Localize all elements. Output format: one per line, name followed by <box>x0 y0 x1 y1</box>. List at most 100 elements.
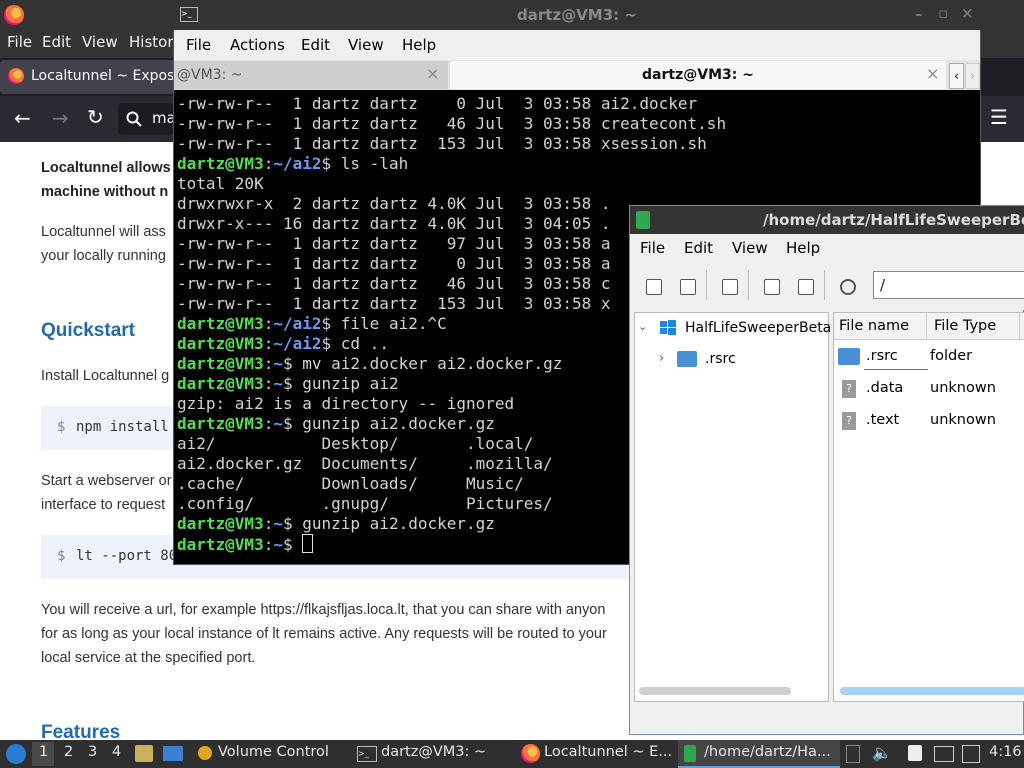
prompt-cmd: $ mv ai2.docker ai2.docker.gz <box>282 354 563 373</box>
close-icon[interactable]: × <box>961 4 974 22</box>
table-row[interactable]: ? .data unknown <box>834 375 1024 405</box>
firefox-tab-localtunnel[interactable]: Localtunnel ~ Expose <box>0 60 183 94</box>
terminal-tab-2[interactable]: dartz@VM3: ~ × <box>450 61 946 89</box>
minimize-icon[interactable]: – <box>915 5 923 23</box>
taskbar-item-terminal[interactable]: dartz@VM3: ~ <box>381 744 486 760</box>
file-list-scrollbar[interactable] <box>840 687 1024 695</box>
tab-close-icon[interactable]: × <box>426 64 439 83</box>
ff-menu-view[interactable]: View <box>82 33 118 51</box>
folder-icon <box>838 348 860 365</box>
term-menu-help[interactable]: Help <box>402 36 436 54</box>
workspace-1[interactable]: 1 <box>39 744 48 760</box>
tab-favicon-icon <box>8 68 24 84</box>
table-row[interactable]: .rsrc folder <box>834 343 1024 373</box>
tab-title: Localtunnel ~ Expose <box>31 68 184 84</box>
term-line: total 20K <box>177 174 264 193</box>
receive-line1: You will receive a url, for example http… <box>41 602 606 618</box>
term-menu-actions[interactable]: Actions <box>230 36 285 54</box>
fm-menu-view[interactable]: View <box>732 239 768 257</box>
fm-menu-help[interactable]: Help <box>786 239 820 257</box>
prompt-path: ~ <box>273 374 283 393</box>
term-menu-view[interactable]: View <box>348 36 384 54</box>
term-menu-edit[interactable]: Edit <box>301 36 330 54</box>
prompt-cmd: $ gunzip ai2 <box>282 374 399 393</box>
install-text: Install Localtunnel g <box>41 368 170 384</box>
start-line1: Start a webserver or <box>41 473 172 489</box>
prompt-cmd: $ cd .. <box>321 334 389 353</box>
ff-menu-edit[interactable]: Edit <box>42 33 71 51</box>
term-menu-file[interactable]: File <box>186 36 211 54</box>
url-bar[interactable]: ma <box>118 103 176 135</box>
filemanager-title: /home/dartz/HalfLifeSweeperBeta <box>763 211 1024 229</box>
prompt-path: ~ <box>273 354 283 373</box>
folder-tree[interactable]: ⌄ HalfLifeSweeperBeta › .rsrc <box>634 312 830 702</box>
prompt-cmd: $ gunzip ai2.docker.gz <box>282 414 495 433</box>
filemanager-titlebar: /home/dartz/HalfLifeSweeperBeta <box>630 206 1024 234</box>
record-icon[interactable] <box>840 279 856 295</box>
tab-scroll-right-icon[interactable]: › <box>965 63 980 89</box>
add-folder-icon[interactable] <box>798 279 814 295</box>
fm-menu-file[interactable]: File <box>640 239 665 257</box>
maximize-icon[interactable]: ▫ <box>938 4 948 22</box>
tray-clipboard-icon[interactable] <box>846 745 860 763</box>
file-list-header: File name File Type <box>834 313 1024 340</box>
prompt-path: ~/ai2 <box>273 334 322 353</box>
table-row[interactable]: ? .text unknown <box>834 407 1024 437</box>
column-header-name[interactable]: File name <box>839 318 909 334</box>
prompt-path: ~ <box>273 535 283 554</box>
archive-icon[interactable] <box>722 279 738 295</box>
code1-prompt: $ <box>57 419 66 435</box>
prompt-user: dartz@VM3 <box>177 535 264 554</box>
terminal-titlebar: >_ dartz@VM3: ~ – ▫ × <box>173 0 981 30</box>
tree-child-label[interactable]: .rsrc <box>705 351 736 367</box>
terminal-tab-1[interactable]: @VM3: ~ × <box>174 61 448 89</box>
reload-icon[interactable]: ↻ <box>87 105 104 129</box>
toolbar-divider <box>748 270 749 300</box>
ff-menu-file[interactable]: File <box>7 33 32 51</box>
start-menu-icon[interactable] <box>6 744 26 764</box>
intro-text-2: machine without n <box>41 184 169 200</box>
file-manager-launcher-icon[interactable] <box>135 745 153 762</box>
add-file-icon[interactable] <box>764 279 780 295</box>
code2-command: lt --port 80 <box>76 548 178 564</box>
back-arrow-icon[interactable]: ← <box>14 106 31 130</box>
tab-close-icon[interactable]: × <box>926 64 939 83</box>
path-value: / <box>880 276 886 294</box>
toolbar-divider <box>824 270 825 300</box>
network-icon[interactable] <box>962 745 980 763</box>
taskbar-item-volume[interactable]: Volume Control <box>218 744 329 760</box>
taskbar-item-firefox[interactable]: Localtunnel ~ E... <box>544 744 672 760</box>
clock[interactable]: 4:16 <box>989 744 1022 760</box>
notes-icon[interactable] <box>908 745 922 761</box>
terminal-tab-1-label: @VM3: ~ <box>177 67 243 83</box>
workspace-3[interactable]: 3 <box>88 744 97 760</box>
term-line: -rw-rw-r-- 1 dartz dartz 46 Jul 3 03:58 … <box>177 114 727 133</box>
firefox-logo-icon[interactable] <box>4 5 24 25</box>
speaker-icon[interactable]: 🔈 <box>872 743 892 762</box>
expand-down-icon[interactable]: ⌄ <box>638 320 647 333</box>
firefox-task-icon <box>521 744 540 763</box>
taskbar-item-filemanager[interactable]: /home/dartz/Ha... <box>704 744 831 760</box>
path-input[interactable]: / <box>873 271 1024 299</box>
desktop-icon[interactable] <box>163 746 183 761</box>
copy-file-icon[interactable] <box>680 279 696 295</box>
fm-menu-edit[interactable]: Edit <box>684 239 713 257</box>
tree-scrollbar[interactable] <box>639 687 791 695</box>
new-file-icon[interactable] <box>646 279 662 295</box>
workspace-4[interactable]: 4 <box>112 744 121 760</box>
prompt-path: ~ <box>273 514 283 533</box>
workspace-2[interactable]: 2 <box>64 744 73 760</box>
forward-arrow-icon[interactable]: → <box>52 106 69 130</box>
expand-right-icon[interactable]: › <box>659 351 664 366</box>
keyboard-icon[interactable] <box>934 746 954 762</box>
terminal-task-icon: >_ <box>357 746 377 762</box>
windows-logo-icon <box>659 319 677 337</box>
tree-root-label[interactable]: HalfLifeSweeperBeta <box>685 320 830 336</box>
file-list[interactable]: File name File Type .rsrc folder ? .data… <box>833 312 1024 702</box>
hamburger-menu-icon[interactable]: ☰ <box>990 105 1008 129</box>
column-header-type[interactable]: File Type <box>934 318 996 334</box>
prompt-cmd: $ ls -lah <box>321 154 409 173</box>
prompt-cmd: $ <box>282 535 303 554</box>
prompt-user: dartz@VM3 <box>177 154 264 173</box>
tab-scroll-left-icon[interactable]: ‹ <box>949 63 964 89</box>
